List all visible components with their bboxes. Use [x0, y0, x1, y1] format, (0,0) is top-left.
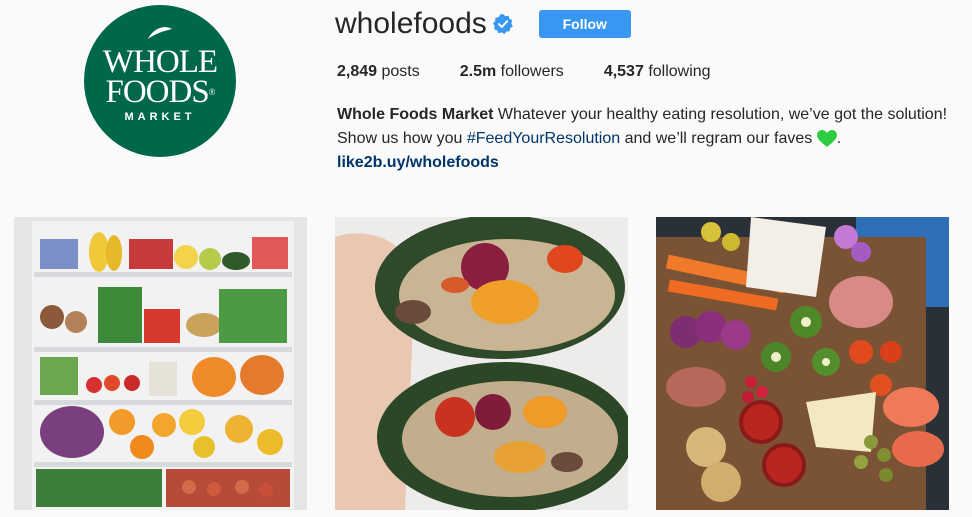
post-thumbnail-charcuterie[interactable] — [656, 217, 949, 510]
post-thumbnail-fridge[interactable] — [14, 217, 307, 510]
bio-text-post: and we’ll regram our faves — [620, 130, 817, 147]
bio-line-2: Show us how you #FeedYourResolution and … — [337, 127, 967, 151]
wraps-image — [335, 217, 628, 510]
followers-stat[interactable]: 2.5m followers — [460, 62, 564, 82]
following-stat[interactable]: 4,537 following — [604, 62, 711, 82]
profile-username: wholefoods — [335, 7, 487, 40]
profile-bio: Whole Foods Market Whatever your healthy… — [337, 103, 967, 175]
logo-text-foods: FOODS® — [105, 74, 215, 110]
posts-count: 2,849 — [337, 63, 378, 80]
posts-label: posts — [381, 63, 420, 80]
leaf-icon — [148, 27, 172, 39]
charcuterie-image — [656, 217, 949, 510]
green-heart-icon — [816, 129, 837, 147]
bio-text-pre: Show us how you — [337, 130, 467, 147]
username-row: wholefoods Follow — [335, 6, 631, 42]
profile-stats: 2,849 posts 2.5m followers 4,537 followi… — [337, 62, 751, 82]
logo-text-market: MARKET — [124, 111, 196, 123]
posts-stat: 2,849 posts — [337, 62, 420, 82]
followers-label: followers — [500, 63, 564, 80]
following-count: 4,537 — [603, 63, 644, 80]
follow-button[interactable]: Follow — [538, 10, 631, 38]
fridge-image — [14, 217, 307, 510]
hashtag-link[interactable]: #FeedYourResolution — [467, 130, 620, 147]
logo-text-whole: WHOLE — [102, 44, 218, 80]
bio-text-end: . — [836, 130, 842, 147]
verified-badge-icon — [492, 14, 513, 34]
following-label: following — [648, 63, 711, 80]
bio-line-1: Whole Foods Market Whatever your healthy… — [337, 103, 967, 127]
bio-text: Whatever your healthy eating resolution,… — [493, 106, 948, 123]
bio-full-name: Whole Foods Market — [337, 106, 494, 123]
bio-line-3: like2b.uy/wholefoods — [337, 151, 967, 175]
website-link[interactable]: like2b.uy/wholefoods — [337, 154, 499, 171]
followers-count: 2.5m — [459, 63, 497, 80]
post-thumbnail-wraps[interactable] — [335, 217, 628, 510]
profile-avatar[interactable]: WHOLE FOODS® MARKET — [84, 5, 236, 157]
